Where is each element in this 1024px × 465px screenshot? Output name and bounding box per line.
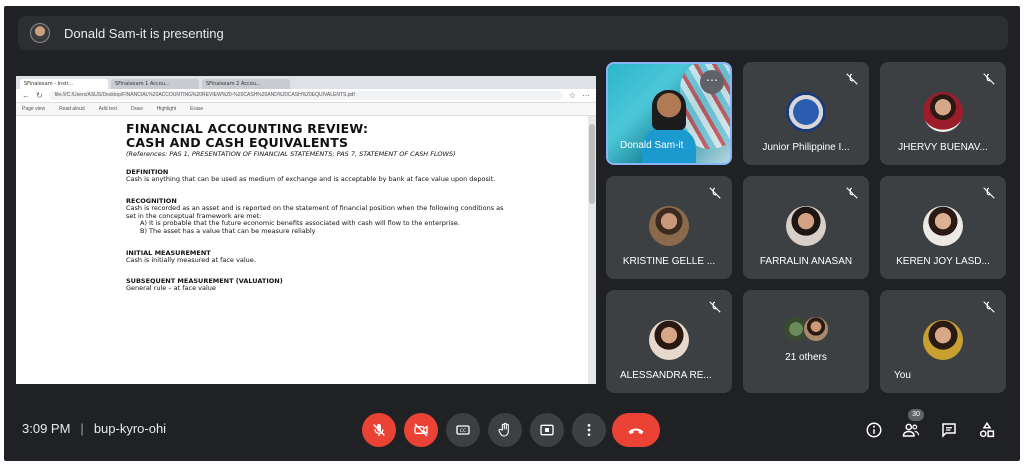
- tile-more-options-icon[interactable]: ⋯: [700, 70, 724, 94]
- avatar: [923, 92, 963, 132]
- presenter-avatar: [30, 23, 50, 43]
- browser-tab-bar: SFinalexam - Instr... SFinalexam 1 Accou…: [16, 76, 596, 89]
- pdf-tool: Page view: [22, 106, 46, 112]
- current-time: 3:09 PM: [22, 421, 71, 436]
- participant-tile[interactable]: FARRALIN ANASAN: [743, 176, 869, 279]
- mic-off-icon: [983, 187, 995, 199]
- mic-off-icon: [846, 73, 858, 85]
- pdf-tool: Add text: [98, 106, 118, 112]
- browser-url: file:///C:/Users/ASUS/Desktop/FINANCIAL%…: [48, 91, 563, 100]
- presenting-banner: Donald Sam-it is presenting: [18, 16, 1008, 50]
- participant-tile-others[interactable]: 21 others: [743, 290, 869, 393]
- avatar: [923, 206, 963, 246]
- end-call-button[interactable]: [612, 413, 660, 447]
- pdf-tool: Draw: [131, 106, 143, 112]
- star-icon: ☆: [568, 91, 576, 100]
- meet-window: Donald Sam-it is presenting SFinalexam -…: [4, 6, 1020, 461]
- pdf-tool: Erase: [190, 106, 204, 112]
- pdf-document-area: FINANCIAL ACCOUNTING REVIEW: CASH AND CA…: [16, 116, 596, 384]
- pdf-toolbar: Page view Read aloud Add text Draw Highl…: [16, 103, 596, 116]
- doc-title-line1: FINANCIAL ACCOUNTING REVIEW:: [126, 121, 369, 136]
- meeting-details: 3:09 PM | bup-kyro-ohi: [22, 421, 166, 436]
- activities-icon: [979, 421, 995, 438]
- people-button[interactable]: [900, 419, 922, 441]
- svg-text:CC: CC: [460, 428, 467, 434]
- more-options-button[interactable]: [572, 413, 606, 447]
- avatar: [923, 320, 963, 360]
- participant-tile[interactable]: KEREN JOY LASD...: [880, 176, 1006, 279]
- participant-name: Donald Sam-it: [620, 140, 684, 151]
- pdf-tool: Read aloud: [59, 106, 85, 112]
- shared-screen: SFinalexam - Instr... SFinalexam 1 Accou…: [16, 76, 596, 384]
- participant-tile[interactable]: Junior Philippine I...: [743, 62, 869, 165]
- meeting-code: bup-kyro-ohi: [93, 421, 167, 436]
- separator: |: [80, 421, 84, 436]
- doc-title-line2: CASH AND CASH EQUIVALENTS: [126, 135, 349, 150]
- pdf-page: FINANCIAL ACCOUNTING REVIEW: CASH AND CA…: [126, 122, 511, 293]
- participant-name: You: [894, 370, 911, 381]
- avatar: [649, 206, 689, 246]
- doc-paragraph: Cash is initially measured at face value…: [126, 256, 256, 265]
- activities-button[interactable]: [976, 419, 998, 441]
- mic-off-icon: [709, 187, 721, 199]
- chat-icon: [942, 423, 956, 438]
- avatar: [649, 320, 689, 360]
- present-screen-icon: [540, 424, 554, 436]
- participant-video-face: [652, 90, 686, 130]
- chat-button[interactable]: [938, 419, 960, 441]
- people-icon: [902, 423, 920, 437]
- others-avatar-stack: [783, 316, 831, 344]
- captions-button[interactable]: CC: [446, 413, 480, 447]
- browser-menu-icon: ⋯: [582, 91, 590, 100]
- doc-paragraph: Cash is recorded as an asset and is repo…: [126, 204, 504, 220]
- mic-off-icon: [709, 301, 721, 313]
- participant-name: Junior Philippine I...: [762, 142, 850, 153]
- browser-address-bar: ← ↻ file:///C:/Users/ASUS/Desktop/FINANC…: [16, 89, 596, 103]
- doc-paragraph: Cash is anything that can be used as med…: [126, 174, 496, 183]
- browser-tab: SFinalexam - Instr...: [20, 79, 108, 89]
- camera-off-icon: [414, 423, 428, 437]
- end-call-icon: [628, 428, 644, 435]
- participant-tile[interactable]: JHERVY BUENAV...: [880, 62, 1006, 165]
- avatar: [786, 206, 826, 246]
- microphone-toggle-button[interactable]: [362, 413, 396, 447]
- others-count: 21 others: [785, 352, 827, 363]
- raise-hand-button[interactable]: [488, 413, 522, 447]
- meeting-info-button[interactable]: [863, 419, 885, 441]
- doc-paragraph: General rule – at face value: [126, 284, 216, 293]
- participant-tile-self[interactable]: You: [880, 290, 1006, 393]
- browser-tab: SFinalexam 1 Accou...: [111, 79, 199, 89]
- participant-tile-presenter[interactable]: ⋯ Donald Sam-it: [606, 62, 732, 165]
- participant-name: ALESSANDRA RE...: [620, 370, 712, 381]
- participant-tile[interactable]: KRISTINE GELLE ...: [606, 176, 732, 279]
- doc-references: (References: PAS 1, PRESENTATION OF FINA…: [126, 150, 456, 158]
- more-options-icon: [587, 424, 591, 436]
- doc-list-item: B) The asset has a value that can be mea…: [140, 226, 316, 235]
- participant-name: JHERVY BUENAV...: [898, 142, 988, 153]
- pdf-scroll-thumb[interactable]: [589, 124, 595, 204]
- refresh-icon: ↻: [36, 91, 43, 100]
- presenting-text: Donald Sam-it is presenting: [64, 25, 224, 41]
- captions-icon: CC: [456, 425, 470, 435]
- mic-off-icon: [983, 301, 995, 313]
- present-screen-button[interactable]: [530, 413, 564, 447]
- mic-off-icon: [373, 424, 385, 436]
- camera-toggle-button[interactable]: [404, 413, 438, 447]
- participant-name: KRISTINE GELLE ...: [622, 256, 716, 267]
- browser-tab: SFinalexam 2 Accou...: [202, 79, 290, 89]
- bottom-control-bar: 3:09 PM | bup-kyro-ohi CC 30: [4, 401, 1020, 456]
- mic-off-icon: [983, 73, 995, 85]
- avatar: [803, 316, 829, 342]
- participant-count-badge: 30: [908, 409, 924, 421]
- avatar: [786, 92, 826, 132]
- participant-name: KEREN JOY LASD...: [896, 256, 990, 267]
- participant-tile[interactable]: ALESSANDRA RE...: [606, 290, 732, 393]
- back-icon: ←: [22, 91, 30, 100]
- participant-name: FARRALIN ANASAN: [759, 256, 853, 267]
- mic-off-icon: [846, 187, 858, 199]
- info-icon: [866, 422, 882, 438]
- pdf-tool: Highlight: [156, 106, 177, 112]
- raise-hand-icon: [498, 422, 509, 437]
